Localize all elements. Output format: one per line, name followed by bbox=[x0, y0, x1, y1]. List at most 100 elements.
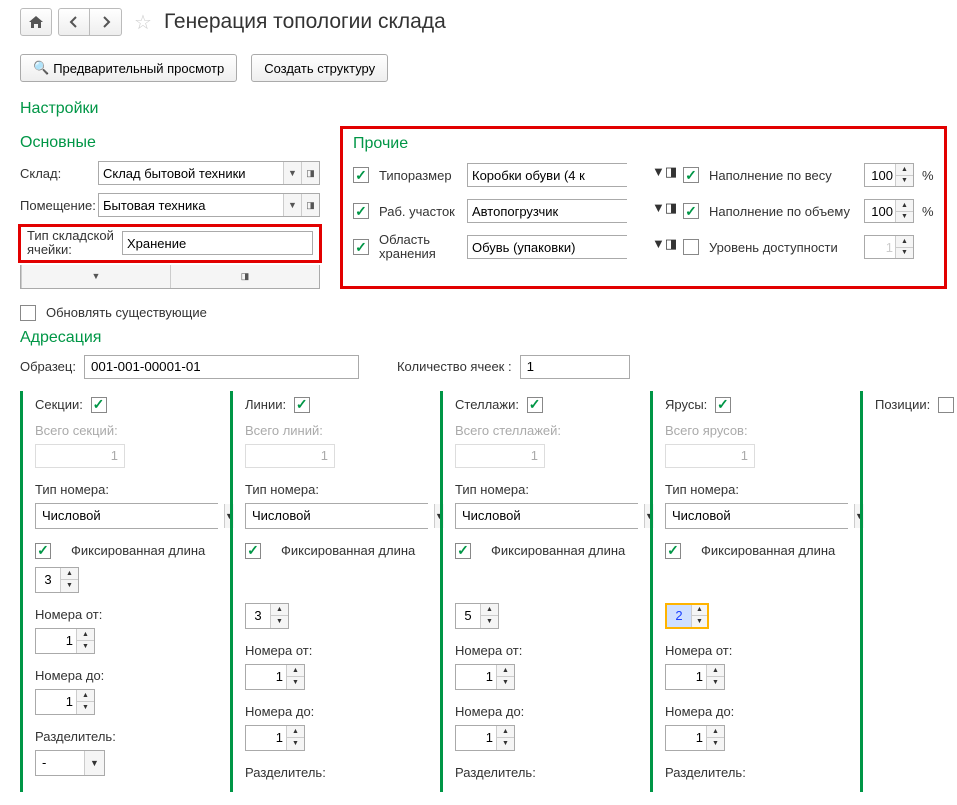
racks-fixed-spinner[interactable]: ▲▼ bbox=[455, 603, 499, 629]
typesize-input[interactable]: ▼ ◨ bbox=[467, 163, 627, 187]
open-icon[interactable]: ◨ bbox=[665, 164, 677, 186]
spin-down-icon[interactable]: ▼ bbox=[896, 248, 913, 259]
spin-down-icon[interactable]: ▼ bbox=[271, 616, 288, 628]
dropdown-icon[interactable]: ▼ bbox=[283, 194, 301, 216]
tiers-type-value[interactable] bbox=[666, 504, 854, 528]
celltype-extra-btns[interactable]: ▼ ◨ bbox=[20, 265, 320, 289]
open-icon[interactable]: ◨ bbox=[301, 194, 319, 216]
spin-up-icon[interactable]: ▲ bbox=[497, 726, 514, 739]
celltype-input[interactable] bbox=[122, 231, 313, 255]
fillvol-checkbox[interactable] bbox=[683, 203, 699, 219]
fillvol-value[interactable] bbox=[865, 200, 895, 222]
sections-from-spinner[interactable]: ▲▼ bbox=[35, 628, 95, 654]
lines-to-value[interactable] bbox=[246, 726, 286, 750]
fillweight-spinner[interactable]: ▲▼ bbox=[864, 163, 914, 187]
tiers-total-input[interactable] bbox=[665, 444, 755, 468]
spin-down-icon[interactable]: ▼ bbox=[497, 677, 514, 689]
typesize-value[interactable] bbox=[468, 164, 652, 186]
spin-down-icon[interactable]: ▼ bbox=[287, 738, 304, 750]
spin-down-icon[interactable]: ▼ bbox=[61, 580, 78, 592]
create-structure-button[interactable]: Создать структуру bbox=[251, 54, 388, 82]
spin-up-icon[interactable]: ▲ bbox=[707, 726, 724, 739]
sections-sep-value[interactable] bbox=[36, 751, 84, 775]
tiers-from-value[interactable] bbox=[666, 665, 706, 689]
racks-fixed-checkbox[interactable] bbox=[455, 543, 471, 559]
racks-fixed-value[interactable] bbox=[456, 604, 480, 628]
racks-type-select[interactable]: ▼ bbox=[455, 503, 638, 529]
sections-to-value[interactable] bbox=[36, 690, 76, 714]
preview-button[interactable]: 🔍 Предварительный просмотр bbox=[20, 54, 237, 82]
dropdown-icon[interactable]: ▼ bbox=[652, 236, 665, 258]
fillvol-spinner[interactable]: ▲▼ bbox=[864, 199, 914, 223]
spin-down-icon[interactable]: ▼ bbox=[692, 616, 707, 627]
spin-up-icon[interactable]: ▲ bbox=[271, 604, 288, 617]
spin-down-icon[interactable]: ▼ bbox=[896, 212, 913, 223]
spin-down-icon[interactable]: ▼ bbox=[497, 738, 514, 750]
lines-total-input[interactable] bbox=[245, 444, 335, 468]
spin-down-icon[interactable]: ▼ bbox=[287, 677, 304, 689]
favorite-icon[interactable]: ☆ bbox=[134, 10, 152, 35]
sections-fixed-spinner[interactable]: ▲▼ bbox=[35, 567, 79, 593]
sections-sep-select[interactable]: ▼ bbox=[35, 750, 105, 776]
open-icon[interactable]: ◨ bbox=[665, 200, 677, 222]
lines-fixed-value[interactable] bbox=[246, 604, 270, 628]
storage-checkbox[interactable] bbox=[353, 239, 369, 255]
spin-up-icon[interactable]: ▲ bbox=[896, 236, 913, 248]
sections-type-select[interactable]: ▼ bbox=[35, 503, 218, 529]
lines-type-select[interactable]: ▼ bbox=[245, 503, 428, 529]
forward-button[interactable] bbox=[90, 8, 122, 36]
spin-up-icon[interactable]: ▲ bbox=[77, 690, 94, 703]
open-icon[interactable]: ◨ bbox=[665, 236, 677, 258]
sections-fixed-value[interactable] bbox=[36, 568, 60, 592]
tiers-fixed-spinner[interactable]: ▲▼ bbox=[665, 603, 709, 629]
avail-spinner[interactable]: ▲▼ bbox=[864, 235, 914, 259]
spin-down-icon[interactable]: ▼ bbox=[896, 176, 913, 187]
typesize-checkbox[interactable] bbox=[353, 167, 369, 183]
cells-input[interactable] bbox=[520, 355, 630, 379]
dropdown-icon[interactable]: ▼ bbox=[21, 265, 170, 288]
tiers-from-spinner[interactable]: ▲▼ bbox=[665, 664, 725, 690]
spin-up-icon[interactable]: ▲ bbox=[77, 629, 94, 642]
lines-type-value[interactable] bbox=[246, 504, 434, 528]
positions-checkbox[interactable] bbox=[938, 397, 954, 413]
celltype-value[interactable] bbox=[123, 232, 312, 254]
tiers-to-value[interactable] bbox=[666, 726, 706, 750]
open-icon[interactable]: ◨ bbox=[170, 265, 319, 288]
tiers-checkbox[interactable] bbox=[715, 397, 731, 413]
spin-down-icon[interactable]: ▼ bbox=[707, 738, 724, 750]
open-icon[interactable]: ◨ bbox=[301, 162, 319, 184]
spin-up-icon[interactable]: ▲ bbox=[692, 605, 707, 617]
fillweight-checkbox[interactable] bbox=[683, 167, 699, 183]
racks-checkbox[interactable] bbox=[527, 397, 543, 413]
spin-down-icon[interactable]: ▼ bbox=[481, 616, 498, 628]
avail-value[interactable] bbox=[865, 236, 895, 258]
sections-total-input[interactable] bbox=[35, 444, 125, 468]
lines-to-spinner[interactable]: ▲▼ bbox=[245, 725, 305, 751]
racks-total-input[interactable] bbox=[455, 444, 545, 468]
room-input[interactable]: ▼ ◨ bbox=[98, 193, 320, 217]
warehouse-value[interactable] bbox=[99, 162, 283, 184]
racks-from-value[interactable] bbox=[456, 665, 496, 689]
storage-value[interactable] bbox=[468, 236, 652, 258]
racks-from-spinner[interactable]: ▲▼ bbox=[455, 664, 515, 690]
back-button[interactable] bbox=[58, 8, 90, 36]
lines-fixed-checkbox[interactable] bbox=[245, 543, 261, 559]
lines-checkbox[interactable] bbox=[294, 397, 310, 413]
fillweight-value[interactable] bbox=[865, 164, 895, 186]
workarea-input[interactable]: ▼ ◨ bbox=[467, 199, 627, 223]
dropdown-icon[interactable]: ▼ bbox=[652, 164, 665, 186]
workarea-checkbox[interactable] bbox=[353, 203, 369, 219]
dropdown-icon[interactable]: ▼ bbox=[283, 162, 301, 184]
sections-type-value[interactable] bbox=[36, 504, 224, 528]
sections-checkbox[interactable] bbox=[91, 397, 107, 413]
spin-up-icon[interactable]: ▲ bbox=[896, 200, 913, 212]
home-button[interactable] bbox=[20, 8, 52, 36]
spin-up-icon[interactable]: ▲ bbox=[707, 665, 724, 678]
sections-from-value[interactable] bbox=[36, 629, 76, 653]
tiers-type-select[interactable]: ▼ bbox=[665, 503, 848, 529]
workarea-value[interactable] bbox=[468, 200, 652, 222]
update-existing-checkbox[interactable] bbox=[20, 305, 36, 321]
spin-down-icon[interactable]: ▼ bbox=[77, 641, 94, 653]
tiers-fixed-value[interactable] bbox=[667, 605, 691, 627]
storage-input[interactable]: ▼ ◨ bbox=[467, 235, 627, 259]
